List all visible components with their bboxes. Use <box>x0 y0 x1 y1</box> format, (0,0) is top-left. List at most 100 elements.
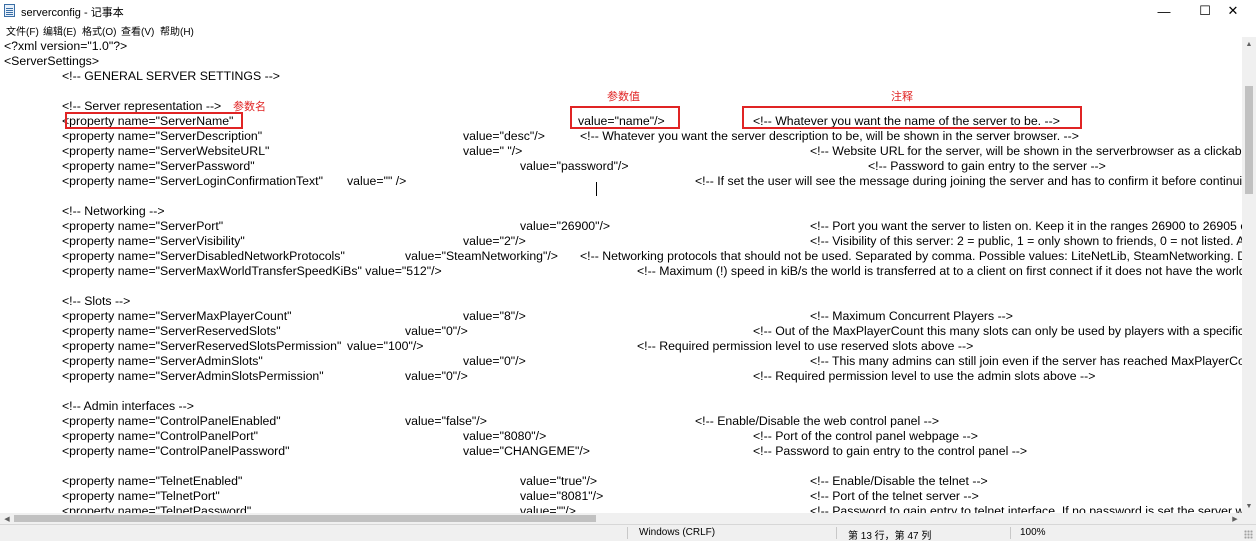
horizontal-scroll-thumb[interactable] <box>14 515 596 522</box>
horizontal-scrollbar[interactable]: ◀ ▶ <box>0 513 1242 524</box>
text-caret <box>596 182 597 196</box>
status-bar: Windows (CRLF) 第 13 行，第 47 列 100% <box>0 524 1256 542</box>
line-segment: <!-- Networking protocols that should no… <box>580 249 1242 263</box>
text-line: <?xml version="1.0"?> <box>0 39 1242 54</box>
resize-grip-icon[interactable] <box>1244 530 1253 539</box>
text-line: <property name="ServerReservedSlotsPermi… <box>0 339 1242 354</box>
scrollbar-corner <box>1242 513 1256 524</box>
line-segment: <!-- Password to gain entry to the contr… <box>753 444 1028 458</box>
title-bar: serverconfig - 记事本 — ☐ ✕ <box>0 0 1256 22</box>
line-segment: <property name="ServerDescription" <box>62 129 263 143</box>
text-line: <!-- GENERAL SERVER SETTINGS --> <box>0 69 1242 84</box>
line-segment: <property name="ServerPassword" <box>62 159 255 173</box>
line-segment: <!-- Port you want the server to listen … <box>810 219 1242 233</box>
scroll-down-icon[interactable]: ▼ <box>1242 499 1256 513</box>
line-segment: <!-- Networking --> <box>62 204 165 218</box>
vertical-scrollbar[interactable]: ▲ ▼ <box>1242 37 1256 513</box>
text-line: <property name="ServerPort" value="26900"… <box>0 219 1242 234</box>
line-ending-status: Windows (CRLF) <box>639 527 716 538</box>
menu-format[interactable]: 格式(O) <box>82 23 116 38</box>
line-segment: <!-- Maximum (!) speed in kiB/s the worl… <box>637 264 1242 278</box>
text-line: <property name="TelnetPort" value="8081"/… <box>0 489 1242 504</box>
line-segment: value="SteamNetworking"/> <box>405 249 558 263</box>
text-line: <property name="ServerReservedSlots" valu… <box>0 324 1242 339</box>
param-name-label: 参数名 <box>233 101 266 113</box>
status-separator <box>627 527 628 539</box>
line-segment: <!-- Server representation --> <box>62 99 222 113</box>
line-segment: <!-- Admin interfaces --> <box>62 399 194 413</box>
text-line: <property name="TelnetPassword" value=""/… <box>0 504 1242 513</box>
line-segment: <property name="ServerWebsiteURL" <box>62 144 270 158</box>
vertical-scroll-thumb[interactable] <box>1245 86 1253 194</box>
text-line: <property name="ServerAdminSlotsPermissi… <box>0 369 1242 384</box>
line-segment: <!-- Slots --> <box>62 294 131 308</box>
scroll-up-icon[interactable]: ▲ <box>1242 37 1256 51</box>
line-segment: value="2"/> <box>463 234 526 248</box>
text-line: <property name="ControlPanelEnabled" valu… <box>0 414 1242 429</box>
line-segment: <property name="ServerName" <box>62 114 234 128</box>
line-segment: value="0"/> <box>463 354 526 368</box>
window-title: serverconfig - 记事本 <box>21 7 124 19</box>
line-segment: value="name"/> <box>578 114 665 128</box>
line-segment: <!-- Whatever you want the server descri… <box>580 129 1079 143</box>
text-line <box>0 279 1242 294</box>
text-line: <property name="TelnetEnabled" value="tru… <box>0 474 1242 489</box>
text-line: <!-- Networking --> <box>0 204 1242 219</box>
line-segment: value="8080"/> <box>463 429 547 443</box>
line-segment: <property name="ServerReservedSlotsPermi… <box>62 339 342 353</box>
text-line: <property name="ControlPanelPort" value="… <box>0 429 1242 444</box>
notepad-icon <box>4 4 15 17</box>
line-segment: <property name="ServerLoginConfirmationT… <box>62 174 323 188</box>
text-line: <property name="ServerDescription" value=… <box>0 129 1242 144</box>
line-segment: <property name="TelnetPassword" <box>62 504 252 513</box>
line-segment: value="CHANGEME"/> <box>463 444 590 458</box>
line-segment: <property name="ServerAdminSlotsPermissi… <box>62 369 324 383</box>
text-editor[interactable]: <?xml version="1.0"?> <ServerSettings> <!-… <box>0 37 1242 513</box>
menu-bar: 文件(F) 编辑(E) 格式(O) 查看(V) 帮助(H) <box>0 22 1256 38</box>
line-segment: <!-- Website URL for the server, will be… <box>810 144 1242 158</box>
scroll-left-icon[interactable]: ◀ <box>0 513 14 524</box>
line-segment: value="password"/> <box>520 159 629 173</box>
text-line: <property name="ServerWebsiteURL" value="… <box>0 144 1242 159</box>
text-line: <property name="ServerPassword" value="pa… <box>0 159 1242 174</box>
line-segment: <property name="ServerVisibility" <box>62 234 245 248</box>
text-line <box>0 189 1242 204</box>
line-segment: <property name="ServerMaxPlayerCount" <box>62 309 292 323</box>
close-button[interactable]: ✕ <box>1210 0 1256 22</box>
comment-label: 注释 <box>891 91 913 103</box>
line-segment: <property name="ControlPanelPassword" <box>62 444 290 458</box>
text-line: <property name="ServerName" value="name"/… <box>0 114 1242 129</box>
line-segment: <property name="ServerPort" <box>62 219 224 233</box>
line-segment: <!-- Password to gain entry to telnet in… <box>810 504 1242 513</box>
line-segment: <!-- Required permission level to use th… <box>753 369 1096 383</box>
line-segment: <property name="ServerMaxWorldTransferSp… <box>62 264 442 278</box>
scroll-right-icon[interactable]: ▶ <box>1228 513 1242 524</box>
line-segment: value="0"/> <box>405 369 468 383</box>
status-separator <box>836 527 837 539</box>
status-separator <box>1010 527 1011 539</box>
zoom-status: 100% <box>1020 527 1046 538</box>
line-segment: <property name="ControlPanelPort" <box>62 429 259 443</box>
line-segment: value="100"/> <box>347 339 424 353</box>
line-segment: <!-- Enable/Disable the telnet --> <box>810 474 988 488</box>
text-line: <property name="ServerLoginConfirmationT… <box>0 174 1242 189</box>
line-segment: value="true"/> <box>520 474 598 488</box>
line-segment: <!-- Port of the telnet server --> <box>810 489 979 503</box>
line-segment: value="" /> <box>347 174 407 188</box>
line-segment: <!-- If set the user will see the messag… <box>695 174 1242 188</box>
line-segment: <property name="ServerAdminSlots" <box>62 354 263 368</box>
menu-edit[interactable]: 编辑(E) <box>43 23 76 38</box>
line-segment: <!-- This many admins can still join eve… <box>810 354 1242 368</box>
text-line: <!-- Slots --> <box>0 294 1242 309</box>
menu-help[interactable]: 帮助(H) <box>160 23 194 38</box>
line-segment: <property name="ServerDisabledNetworkPro… <box>62 249 345 263</box>
line-segment: value=" "/> <box>463 144 523 158</box>
text-line: <property name="ServerMaxWorldTransferSp… <box>0 264 1242 279</box>
line-segment: value="desc"/> <box>463 129 545 143</box>
menu-view[interactable]: 查看(V) <box>121 23 154 38</box>
text-line: <property name="ServerMaxPlayerCount" val… <box>0 309 1242 324</box>
line-segment: <ServerSettings> <box>4 54 100 68</box>
menu-file[interactable]: 文件(F) <box>6 23 39 38</box>
line-segment: <!-- Port of the control panel webpage -… <box>753 429 978 443</box>
minimize-button[interactable]: — <box>1141 0 1187 22</box>
